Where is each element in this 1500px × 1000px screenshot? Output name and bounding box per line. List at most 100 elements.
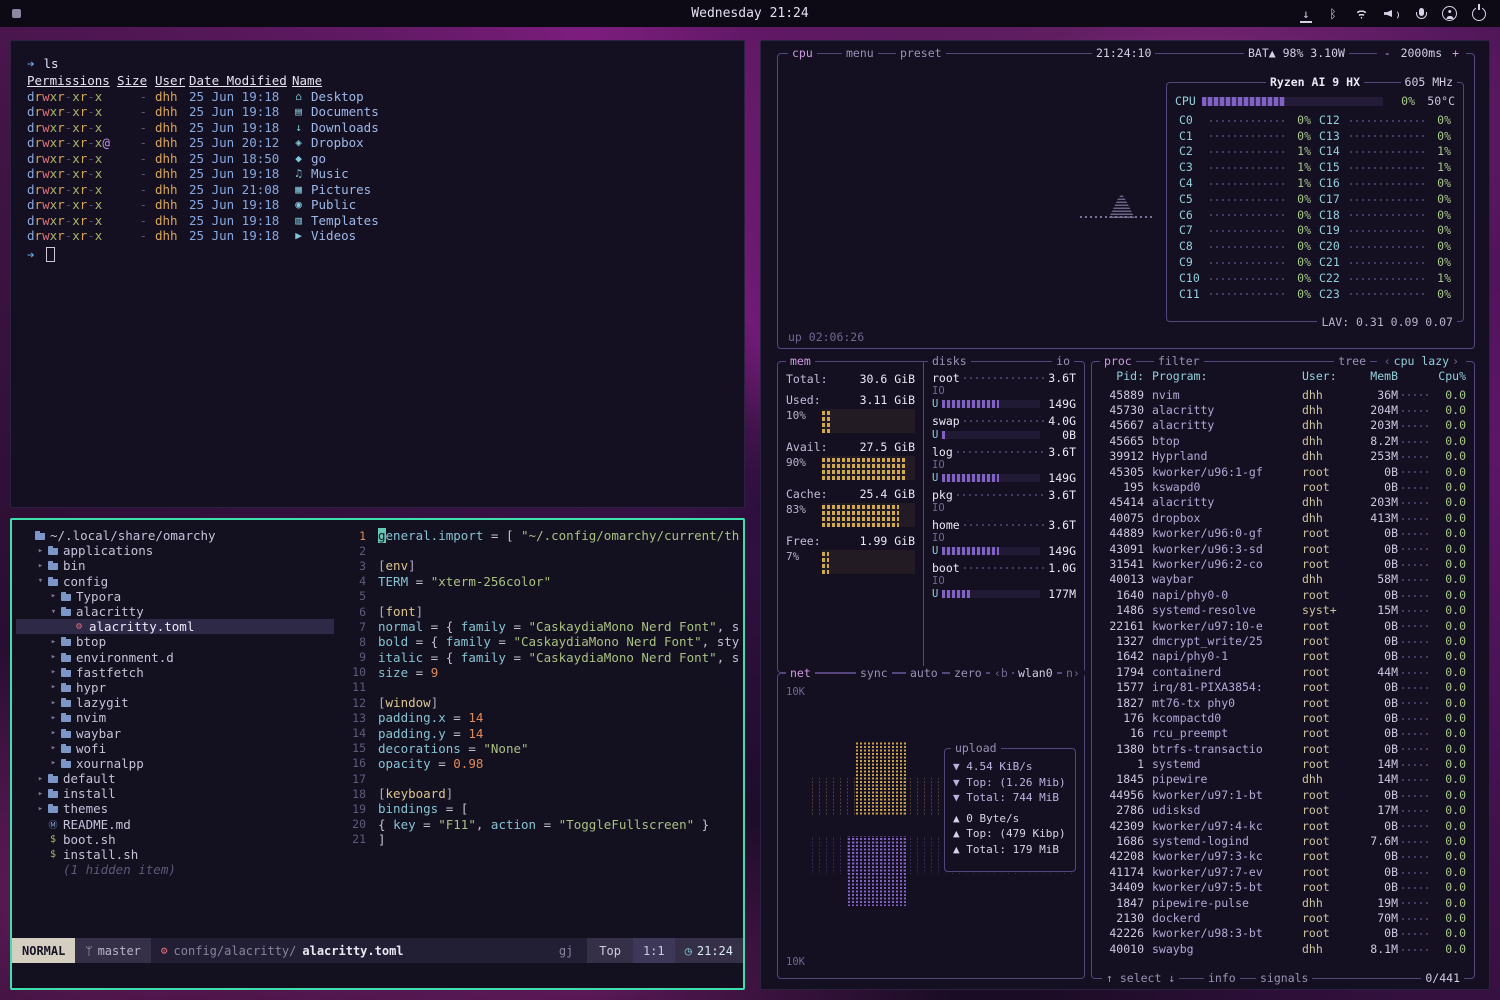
mic-icon[interactable] [1415,6,1427,22]
code-line[interactable]: 15 decorations = "None" [334,741,743,756]
net-next-key[interactable]: n› [1062,666,1084,681]
code-editor-pane[interactable]: 1 general.import = [ "~/.config/omarchy/… [334,520,743,938]
tree-item[interactable]: ▾ alacritty [16,604,334,619]
process-row[interactable]: 1 systemd root 14M 0.0 [1100,756,1466,771]
tree-item[interactable]: ▸ install [16,786,334,801]
process-row[interactable]: 45305 kworker/u96:1-gf root 0B 0.0 [1100,464,1466,479]
code-line[interactable]: 14 padding.y = 14 [334,725,743,740]
process-row[interactable]: 34409 kworker/u97:5-bt root 0B 0.0 [1100,880,1466,895]
terminal-window-ls[interactable]: ➔ ls Permissions Size User Date Modified… [10,40,745,508]
code-line[interactable]: 9 italic = { family = "CaskaydiaMono Ner… [334,650,743,665]
process-row[interactable]: 1847 pipewire-pulse dhh 19M 0.0 [1100,895,1466,910]
proc-col-program[interactable]: Program: [1152,369,1302,383]
code-line[interactable]: 3 [env] [334,558,743,573]
process-row[interactable]: 42208 kworker/u97:3-kc root 0B 0.0 [1100,849,1466,864]
code-line[interactable]: 20 { key = "F11", action = "ToggleFullsc… [334,817,743,832]
process-row[interactable]: 45665 btop dhh 8.2M 0.0 [1100,433,1466,448]
process-row[interactable]: 42226 kworker/u98:3-bt root 0B 0.0 [1100,926,1466,941]
net-interface[interactable]: wlan0 [1014,666,1057,681]
select-control[interactable]: ↑ select ↓ [1102,971,1179,986]
tree-item[interactable]: ▸ themes [16,801,334,816]
process-row[interactable]: 44956 kworker/u97:1-bt root 0B 0.0 [1100,787,1466,802]
process-row[interactable]: 195 kswapd0 root 0B 0.0 [1100,479,1466,494]
process-row[interactable]: 1640 napi/phy0-0 root 0B 0.0 [1100,587,1466,602]
bluetooth-icon[interactable]: ᛒ [1327,6,1339,22]
workspace-indicator[interactable] [12,9,21,18]
tree-item[interactable]: ▸ nvim [16,710,334,725]
process-row[interactable]: 45889 nvim dhh 36M 0.0 [1100,387,1466,402]
menu-button[interactable]: menu [842,46,878,61]
process-row[interactable]: 43091 kworker/u96:3-sd root 0B 0.0 [1100,541,1466,556]
process-row[interactable]: 45667 alacritty dhh 203M 0.0 [1100,418,1466,433]
process-row[interactable]: 2130 dockerd root 70M 0.0 [1100,910,1466,925]
process-row[interactable]: 1380 btrfs-transactio root 0B 0.0 [1100,741,1466,756]
proc-col-mem[interactable]: MemB [1354,369,1398,383]
preset-button[interactable]: preset [896,46,946,61]
process-row[interactable]: 176 kcompactd0 root 0B 0.0 [1100,710,1466,725]
process-row[interactable]: 45414 alacritty dhh 203M 0.0 [1100,495,1466,510]
volume-icon[interactable] [1384,8,1400,20]
tree-item[interactable]: (1 hidden item) [16,862,334,877]
process-row[interactable]: 42309 kworker/u97:4-kc root 0B 0.0 [1100,818,1466,833]
code-line[interactable]: 16 opacity = 0.98 [334,756,743,771]
process-row[interactable]: 1686 systemd-logind root 7.6M 0.0 [1100,833,1466,848]
code-line[interactable]: 19 bindings = [ [334,801,743,816]
process-row[interactable]: 2786 udisksd root 17M 0.0 [1100,803,1466,818]
code-line[interactable]: 10 size = 9 [334,665,743,680]
tree-item[interactable]: ▸ Typora [16,589,334,604]
process-row[interactable]: 39912 Hyprland dhh 253M 0.0 [1100,449,1466,464]
editor-window[interactable]: ~/.local/share/omarchy ▸ applications ▸ … [10,518,745,990]
process-row[interactable]: 1486 systemd-resolve syst+ 15M 0.0 [1100,602,1466,617]
process-row[interactable]: 1827 mt76-tx phy0 root 0B 0.0 [1100,695,1466,710]
proc-col-user[interactable]: User: [1302,369,1354,383]
code-line[interactable]: 5 [334,589,743,604]
tree-item[interactable]: ▸ xournalpp [16,756,334,771]
process-row[interactable]: 22161 kworker/u97:10-e root 0B 0.0 [1100,618,1466,633]
user-icon[interactable] [1442,6,1457,21]
tree-item[interactable]: ▸ bin [16,558,334,573]
tree-item[interactable]: ▸ applications [16,543,334,558]
tree-item[interactable]: ▸ wofi [16,741,334,756]
code-line[interactable]: 13 padding.x = 14 [334,710,743,725]
info-button[interactable]: info [1204,971,1240,986]
interval-decrease-button[interactable]: - [1381,46,1394,60]
proc-col-pid[interactable]: Pid: [1100,369,1144,383]
git-branch[interactable]: ᛘ master [75,938,151,963]
process-row[interactable]: 41174 kworker/u97:7-ev root 0B 0.0 [1100,864,1466,879]
sort-prev-icon[interactable]: ‹ [1381,354,1394,368]
tree-item[interactable]: ▾ config [16,574,334,589]
process-row[interactable]: 1794 containerd root 44M 0.0 [1100,664,1466,679]
code-line[interactable]: 18 [keyboard] [334,786,743,801]
tree-item[interactable]: $ install.sh [16,847,334,862]
proc-col-cpu[interactable]: Cpu% [1434,369,1466,383]
tree-item[interactable]: ⚙ alacritty.toml [16,619,334,634]
filter-button[interactable]: filter [1154,354,1204,369]
tree-item[interactable]: Ⓜ README.md [16,817,334,832]
tree-item[interactable]: $ boot.sh [16,832,334,847]
net-prev-key[interactable]: ‹b [990,666,1012,681]
process-row[interactable]: 31541 kworker/u96:2-co root 0B 0.0 [1100,556,1466,571]
signals-button[interactable]: signals [1256,971,1312,986]
process-row[interactable]: 44889 kworker/u96:0-gf root 0B 0.0 [1100,526,1466,541]
code-line[interactable]: 1 general.import = [ "~/.config/omarchy/… [334,528,743,543]
code-line[interactable]: 8 bold = { family = "CaskaydiaMono Nerd … [334,634,743,649]
code-line[interactable]: 11 [334,680,743,695]
process-row[interactable]: 16 rcu_preempt root 0B 0.0 [1100,726,1466,741]
tree-item[interactable]: ▸ fastfetch [16,665,334,680]
code-line[interactable]: 6 [font] [334,604,743,619]
tree-item[interactable]: ▸ waybar [16,725,334,740]
process-row[interactable]: 1642 napi/phy0-1 root 0B 0.0 [1100,649,1466,664]
tree-item[interactable]: ▸ environment.d [16,650,334,665]
sort-next-icon[interactable]: › [1449,354,1462,368]
tree-item[interactable]: ~/.local/share/omarchy [16,528,334,543]
process-row[interactable]: 1327 dmcrypt_write/25 root 0B 0.0 [1100,633,1466,648]
process-row[interactable]: 1845 pipewire dhh 14M 0.0 [1100,772,1466,787]
code-line[interactable]: 12 [window] [334,695,743,710]
tree-item[interactable]: ▸ default [16,771,334,786]
power-icon[interactable] [1472,7,1486,21]
process-row[interactable]: 1577 irq/81-PIXA3854: root 0B 0.0 [1100,679,1466,694]
terminal-cursor[interactable] [46,247,55,262]
process-row[interactable]: 40013 waybar dhh 58M 0.0 [1100,572,1466,587]
system-monitor-window[interactable]: cpu menu preset 21:24:10 BAT▲ 98% 3.10W … [760,40,1490,990]
updates-icon[interactable]: ↓ [1300,6,1312,22]
